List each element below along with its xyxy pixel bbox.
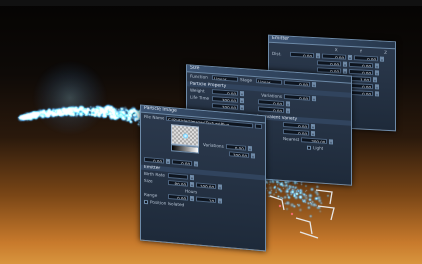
bracket-icon: [295, 217, 313, 235]
bracket-icon: [299, 231, 319, 239]
bracket-icon: [315, 189, 333, 205]
transform-gizmos: [269, 189, 335, 239]
scene-viewport: Emitter X Y Z Dist. 0.00 0.00 0.00 0.00 …: [0, 0, 422, 264]
bracket-icon: [269, 195, 285, 211]
gizmo-handle[interactable]: [278, 204, 282, 208]
bracket-icon: [317, 205, 335, 221]
gizmo-handle[interactable]: [290, 212, 294, 216]
